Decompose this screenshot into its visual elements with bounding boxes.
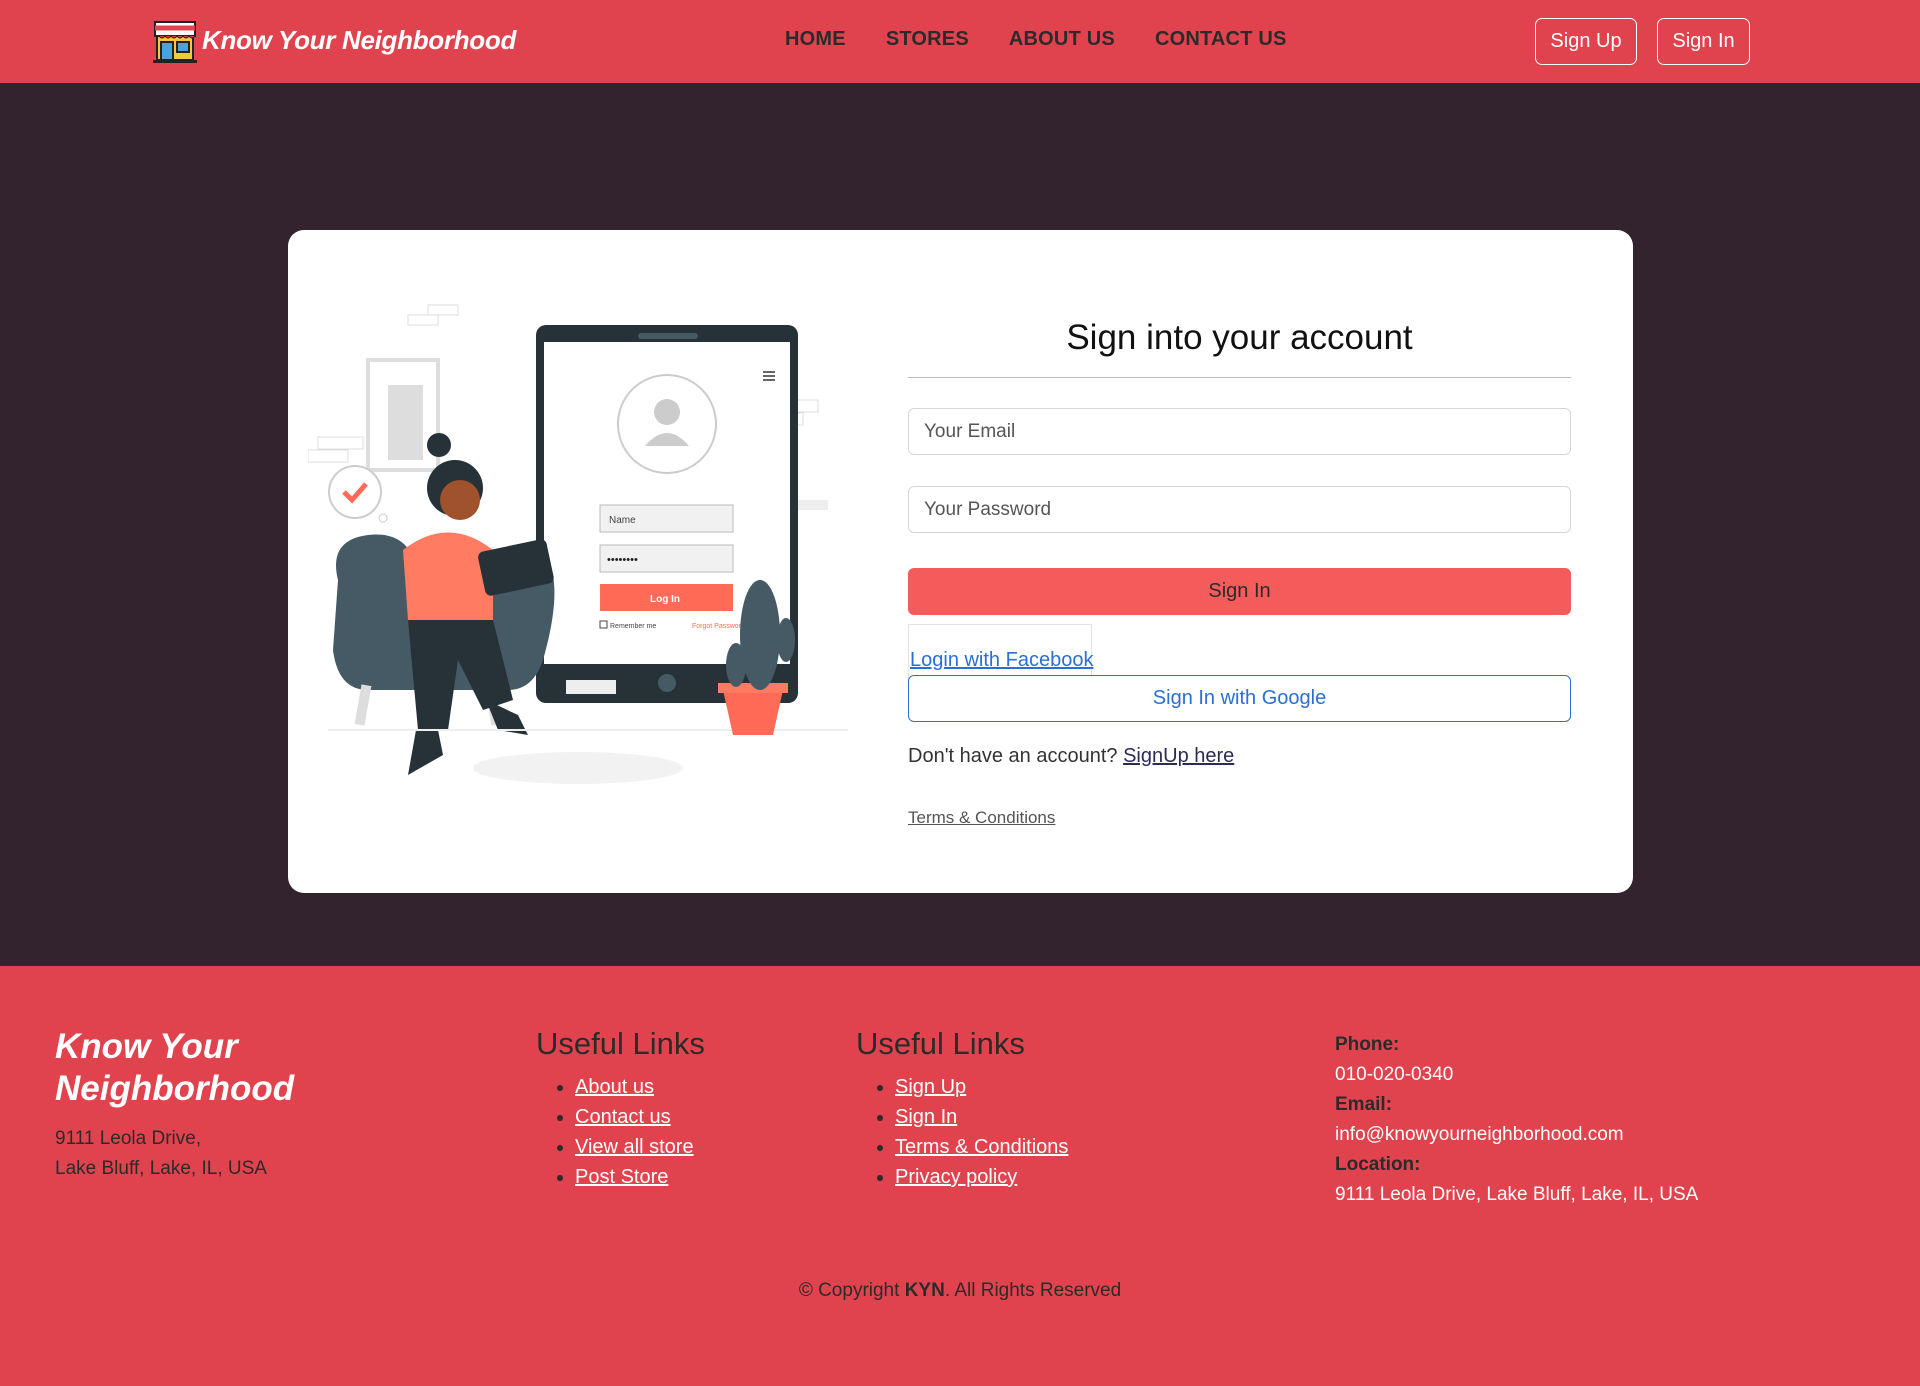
illus-password-dots: •••••••• <box>607 554 638 566</box>
footer-link-privacy[interactable]: Privacy policy <box>895 1166 1017 1188</box>
footer-col1-title: Useful Links <box>536 1026 705 1061</box>
footer-links-col1: Useful Links About us Contact us View al… <box>536 1026 705 1192</box>
location-value: 9111 Leola Drive, Lake Bluff, Lake, IL, … <box>1335 1184 1699 1205</box>
footer-address: 9111 Leola Drive, Lake Bluff, Lake, IL, … <box>55 1124 267 1184</box>
footer-link-contact-us[interactable]: Contact us <box>575 1106 671 1128</box>
email-label: Email: <box>1335 1094 1393 1115</box>
nav-contact-us[interactable]: CONTACT US <box>1155 28 1287 51</box>
illus-login-button: Log In <box>650 594 680 605</box>
form-title: Sign into your account <box>1066 318 1413 357</box>
signin-card: Name •••••••• Log In Remember me Forgot … <box>288 230 1633 893</box>
footer-link-sign-in[interactable]: Sign In <box>895 1106 957 1128</box>
email-input[interactable] <box>908 408 1571 455</box>
title-divider <box>908 377 1571 378</box>
phone-value: 010-020-0340 <box>1335 1064 1454 1085</box>
nav-home[interactable]: HOME <box>785 28 846 51</box>
copyright-suffix: . All Rights Reserved <box>944 1280 1122 1301</box>
phone-label: Phone: <box>1335 1034 1400 1055</box>
footer-link-view-all-store[interactable]: View all store <box>575 1136 694 1158</box>
email-value: info@knowyourneighborhood.com <box>1335 1124 1624 1145</box>
location-label: Location: <box>1335 1154 1421 1175</box>
no-account-text: Don't have an account? <box>908 745 1118 767</box>
footer-address-line2: Lake Bluff, Lake, IL, USA <box>55 1158 267 1179</box>
signup-prompt: Don't have an account? SignUp here <box>908 745 1234 768</box>
copyright-prefix: © Copyright <box>798 1280 900 1301</box>
footer-link-about-us[interactable]: About us <box>575 1076 654 1098</box>
nav-signup-button[interactable]: Sign Up <box>1535 18 1637 65</box>
terms-link[interactable]: Terms & Conditions <box>908 808 1055 828</box>
footer-links-col2: Useful Links Sign Up Sign In Terms & Con… <box>856 1026 1068 1192</box>
footer-link-sign-up[interactable]: Sign Up <box>895 1076 966 1098</box>
login-illustration: Name •••••••• Log In Remember me Forgot … <box>308 304 848 784</box>
google-signin-button[interactable]: Sign In with Google <box>908 675 1571 722</box>
illus-remember-me: Remember me <box>610 623 656 630</box>
facebook-login-link[interactable]: Login with Facebook <box>910 649 1093 672</box>
nav-signin-button[interactable]: Sign In <box>1657 18 1750 65</box>
signup-here-link[interactable]: SignUp here <box>1123 745 1234 767</box>
footer: Know Your Neighborhood 9111 Leola Drive,… <box>0 966 1920 1386</box>
store-logo-icon <box>153 21 197 63</box>
footer-link-post-store[interactable]: Post Store <box>575 1166 668 1188</box>
nav-stores[interactable]: STORES <box>886 28 969 51</box>
footer-brand: Know Your Neighborhood <box>55 1027 295 1108</box>
copyright-brand: KYN <box>904 1280 945 1301</box>
brand-name: Know Your Neighborhood <box>202 24 517 55</box>
nav-links: HOME STORES ABOUT US CONTACT US <box>785 28 1287 51</box>
signin-submit-button[interactable]: Sign In <box>908 568 1571 615</box>
footer-col2-title: Useful Links <box>856 1026 1025 1061</box>
footer-link-terms[interactable]: Terms & Conditions <box>895 1136 1068 1158</box>
nav-about-us[interactable]: ABOUT US <box>1009 28 1115 51</box>
copyright: © Copyright KYN. All Rights Reserved <box>0 1280 1920 1302</box>
password-input[interactable] <box>908 486 1571 533</box>
brand[interactable]: Know Your Neighborhood <box>152 16 516 64</box>
navbar: Know Your Neighborhood HOME STORES ABOUT… <box>0 0 1920 83</box>
illus-name-field: Name <box>609 515 636 526</box>
footer-address-line1: 9111 Leola Drive, <box>55 1128 202 1149</box>
footer-contact: Phone: 010-020-0340 Email: info@knowyour… <box>1335 1030 1698 1210</box>
